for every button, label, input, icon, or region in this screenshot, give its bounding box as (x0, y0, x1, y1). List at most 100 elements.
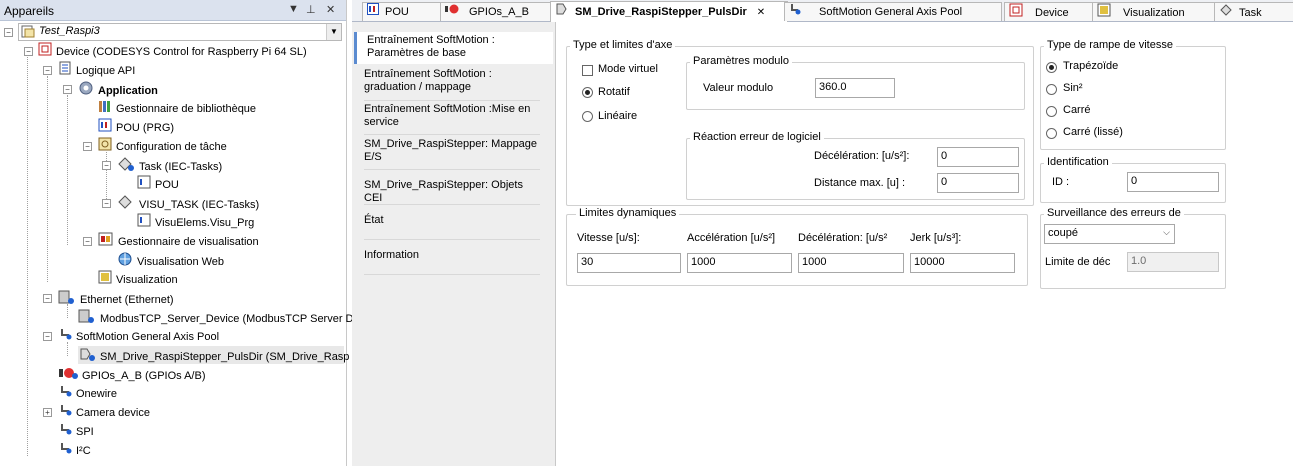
side-tab-label: État (364, 214, 384, 226)
software-error-group-title: Réaction erreur de logiciel (690, 131, 824, 143)
modulo-value-label: Valeur modulo (703, 82, 774, 94)
tree-item-visualization[interactable]: Visualization (98, 270, 178, 288)
error-distance-input[interactable]: 0 (937, 173, 1019, 193)
side-tab-commissioning[interactable]: Entraînement SoftMotion :Mise en service (354, 103, 553, 133)
rotary-radio[interactable] (582, 87, 593, 98)
side-tab-status[interactable]: État (354, 214, 553, 234)
expand-visu-manager-toggle[interactable]: − (83, 237, 92, 246)
tree-item-visu-manager[interactable]: Gestionnaire de visualisation (98, 232, 259, 250)
tree-item-visu-task[interactable]: VISU_TASK (IEC-Tasks) (117, 194, 259, 212)
expand-visu-task-toggle[interactable]: − (102, 199, 111, 208)
task-icon (117, 194, 135, 216)
connector-icon (789, 3, 801, 21)
ramp-square-radio[interactable] (1046, 106, 1057, 117)
expand-device-toggle[interactable]: − (24, 47, 33, 56)
error-monitoring-value: coupé (1048, 227, 1078, 239)
tree-item-spi[interactable]: SPI (58, 422, 94, 440)
tree-item-device[interactable]: Device (CODESYS Control for Raspberry Pi… (38, 42, 307, 60)
chevron-down-icon[interactable]: ▼ (326, 24, 341, 40)
devices-panel-title: Appareils (4, 4, 55, 18)
tree-item-task-pou[interactable]: POU (137, 175, 179, 193)
expand-plc-logic-toggle[interactable]: − (43, 66, 52, 75)
linear-label: Linéaire (598, 110, 638, 122)
close-icon[interactable]: ✕ (326, 3, 335, 16)
error-decel-label: Décélération: [u/s²]: (814, 150, 910, 162)
tree-label: SoftMotion General Axis Pool (76, 331, 220, 343)
id-input[interactable]: 0 (1127, 172, 1219, 192)
speed-input[interactable]: 30 (577, 253, 681, 273)
expand-task-config-toggle[interactable]: − (83, 142, 92, 151)
tree-label: SM_Drive_RaspiStepper_PulsDir (SM_Drive_… (100, 351, 350, 363)
tree-item-gpios[interactable]: GPIOs_A_B (GPIOs A/B) (58, 365, 205, 383)
linear-radio[interactable] (582, 111, 593, 122)
tree-item-library-manager[interactable]: Gestionnaire de bibliothèque (98, 99, 256, 117)
dynamic-limits-group-title: Limites dynamiques (576, 207, 680, 219)
task-icon (1219, 3, 1233, 23)
expand-application-toggle[interactable]: − (63, 85, 72, 94)
tree-label: Configuration de tâche (116, 141, 227, 153)
side-tab-io-mapping[interactable]: SM_Drive_RaspiStepper: Mappage E/S (354, 138, 553, 168)
accel-input[interactable]: 1000 (687, 253, 792, 273)
error-decel-input[interactable]: 0 (937, 147, 1019, 167)
side-tab-basic-params[interactable]: Entraînement SoftMotion : Paramètres de … (354, 32, 553, 64)
expand-camera-toggle[interactable]: + (43, 408, 52, 417)
tab-label: Device (1035, 6, 1069, 19)
expand-task-toggle[interactable]: − (102, 161, 111, 170)
editor-tab-bar: POU GPIOs_A_B SM_Drive_RaspiStepper_Puls… (352, 0, 1293, 22)
tree-item-plc-logic[interactable]: Logique API (58, 61, 135, 79)
virtual-mode-checkbox[interactable] (582, 65, 593, 76)
tree-item-camera[interactable]: Camera device (58, 403, 150, 421)
gpio-icon (445, 3, 463, 21)
tab-device[interactable]: Device (1004, 2, 1096, 21)
drive-icon (555, 2, 569, 22)
tab-axis-pool[interactable]: SoftMotion General Axis Pool (784, 2, 1002, 21)
tree-item-modbus[interactable]: ModbusTCP_Server_Device (ModbusTCP Serve… (78, 308, 354, 326)
pou-call-icon (137, 175, 151, 195)
close-tab-icon[interactable]: ✕ (757, 7, 765, 18)
accel-label: Accélération [u/s²] (687, 232, 776, 244)
tree-label: Task (IEC-Tasks) (139, 161, 223, 173)
visu-manager-icon (98, 232, 114, 252)
pin-icon[interactable]: ⊥ (306, 3, 316, 16)
tree-item-task[interactable]: Task (IEC-Tasks) (117, 156, 222, 174)
ramp-trapezoid-radio[interactable] (1046, 62, 1057, 73)
side-tab-information[interactable]: Information (354, 249, 553, 269)
decel-input[interactable]: 1000 (798, 253, 904, 273)
tree-item-drive[interactable]: SM_Drive_RaspiStepper_PulsDir (SM_Drive_… (78, 346, 349, 364)
panel-menu-icon[interactable]: ▼ (288, 3, 299, 15)
tree-item-onewire[interactable]: Onewire (58, 384, 117, 402)
tree-item-ethernet[interactable]: Ethernet (Ethernet) (58, 289, 174, 307)
tree-label: SPI (76, 426, 94, 438)
tree-item-pou[interactable]: POU (PRG) (98, 118, 174, 136)
expand-project-toggle[interactable]: − (4, 28, 13, 37)
speed-label: Vitesse [u/s]: (577, 232, 640, 244)
decel-label: Décélération: [u/s² (798, 232, 888, 244)
tab-task[interactable]: Task (1214, 2, 1293, 21)
tree-label: Gestionnaire de bibliothèque (116, 103, 257, 115)
side-tab-scaling[interactable]: Entraînement SoftMotion : graduation / m… (354, 68, 553, 98)
side-tab-label: SM_Drive_RaspiStepper: Mappage E/S (364, 138, 538, 163)
task-config-icon (98, 137, 112, 157)
expand-ethernet-toggle[interactable]: − (43, 294, 52, 303)
ramp-square-smooth-radio[interactable] (1046, 128, 1057, 139)
tree-item-task-config[interactable]: Configuration de tâche (98, 137, 227, 155)
tab-pou[interactable]: POU (362, 2, 448, 21)
ramp-sin2-radio[interactable] (1046, 84, 1057, 95)
jerk-input[interactable]: 10000 (910, 253, 1015, 273)
tab-drive[interactable]: SM_Drive_RaspiStepper_PulsDir ✕ (550, 1, 788, 22)
tree-item-application[interactable]: Application (78, 80, 158, 98)
tab-visualization[interactable]: Visualization (1092, 2, 1218, 21)
devices-panel: Appareils ▼ ⊥ ✕ − Test_Raspi3 ▼ − Device… (0, 0, 354, 466)
tree-item-web-visu[interactable]: Visualisation Web (117, 251, 224, 269)
modulo-value-input[interactable]: 360.0 (815, 78, 895, 98)
side-tab-label: Entraînement SoftMotion : graduation / m… (364, 68, 492, 93)
error-monitoring-select[interactable]: coupé ⌵ (1044, 224, 1175, 244)
expand-axis-pool-toggle[interactable]: − (43, 332, 52, 341)
tab-gpios[interactable]: GPIOs_A_B (440, 2, 554, 21)
tree-item-visu-prg[interactable]: VisuElems.Visu_Prg (137, 213, 254, 231)
side-tab-iec-objects[interactable]: SM_Drive_RaspiStepper: Objets CEI (354, 179, 553, 204)
tree-item-axis-pool[interactable]: SoftMotion General Axis Pool (58, 327, 219, 345)
tree-item-i2c[interactable]: I²C (58, 441, 91, 459)
project-selector[interactable]: Test_Raspi3 ▼ (18, 23, 342, 41)
side-tab-label: SM_Drive_RaspiStepper: Objets CEI (364, 179, 523, 204)
